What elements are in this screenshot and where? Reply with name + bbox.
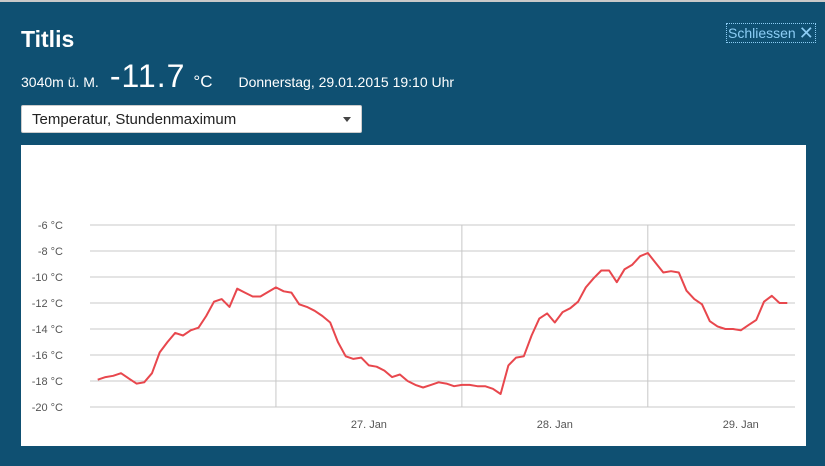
chart-svg: -6 °C -8 °C -10 °C -12 °C -14 °C -16 °C -18 °C… bbox=[32, 220, 795, 431]
measurement-select[interactable]: Temperatur, Stundenmaximum bbox=[21, 105, 362, 133]
close-label: Schliessen bbox=[728, 25, 796, 41]
x-tick-label: 27. Jan bbox=[351, 419, 387, 431]
y-tick-label: -10 °C bbox=[32, 272, 63, 284]
measurement-datetime: Donnerstag, 29.01.2015 19:10 Uhr bbox=[238, 74, 455, 90]
altitude: 3040m ü. M. bbox=[21, 74, 99, 90]
station-info: 3040m ü. M. -11.7 °C Donnerstag, 29.01.2… bbox=[21, 58, 454, 95]
x-tick-label: 28. Jan bbox=[537, 419, 573, 431]
temperature-unit: °C bbox=[193, 72, 213, 91]
dropdown-arrow-icon bbox=[343, 117, 351, 122]
temperature-chart: -6 °C -8 °C -10 °C -12 °C -14 °C -16 °C -18 °C… bbox=[21, 145, 806, 446]
y-tick-label: -16 °C bbox=[32, 350, 63, 362]
y-tick-label: -8 °C bbox=[38, 246, 63, 258]
y-tick-label: -12 °C bbox=[32, 298, 63, 310]
station-title: Titlis bbox=[21, 26, 75, 52]
y-tick-label: -18 °C bbox=[32, 376, 63, 388]
x-tick-label: 29. Jan bbox=[723, 419, 759, 431]
current-temperature: -11.7 bbox=[109, 58, 186, 94]
y-tick-label: -14 °C bbox=[32, 324, 63, 336]
close-button[interactable]: Schliessen ✕ bbox=[726, 23, 816, 43]
close-icon: ✕ bbox=[798, 23, 814, 43]
selected-option: Temperatur, Stundenmaximum bbox=[32, 110, 237, 128]
series-line bbox=[97, 252, 788, 395]
y-tick-label: -20 °C bbox=[32, 402, 63, 414]
y-tick-label: -6 °C bbox=[38, 220, 63, 232]
